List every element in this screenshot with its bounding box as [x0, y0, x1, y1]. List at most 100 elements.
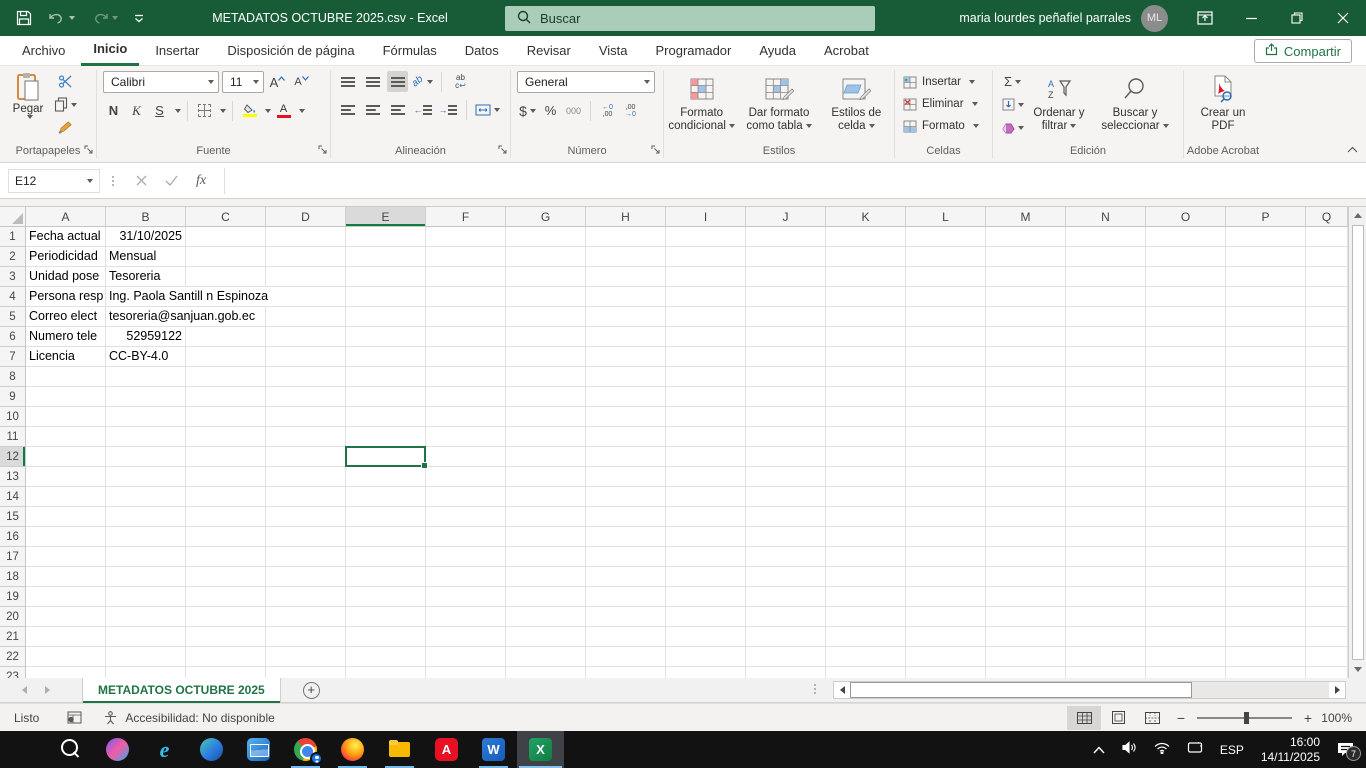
language-indicator[interactable]: ESP — [1220, 743, 1244, 757]
sheet-nav-next-icon[interactable] — [45, 686, 50, 694]
comma-format-button[interactable]: 000 — [563, 100, 584, 121]
font-dialog-launcher[interactable] — [318, 141, 327, 159]
cell-L21[interactable] — [906, 627, 986, 647]
tab-splitter[interactable] — [814, 684, 816, 694]
cell-B1[interactable]: 31/10/2025 — [106, 227, 186, 247]
cell-H12[interactable] — [586, 447, 666, 467]
cell-A1[interactable]: Fecha actual — [26, 227, 106, 247]
cell-B16[interactable] — [106, 527, 186, 547]
cell-N10[interactable] — [1066, 407, 1146, 427]
wrap-text-button[interactable]: abc↩ — [450, 71, 471, 92]
cell-H7[interactable] — [586, 347, 666, 367]
delete-cells-button[interactable]: Eliminar — [895, 93, 992, 115]
scroll-left-icon[interactable] — [834, 682, 850, 698]
cell-A23[interactable] — [26, 667, 106, 678]
cell-A5[interactable]: Correo elect — [26, 307, 106, 327]
cell-A16[interactable] — [26, 527, 106, 547]
cell-A11[interactable] — [26, 427, 106, 447]
format-painter-button[interactable] — [54, 117, 77, 138]
cell-Q11[interactable] — [1306, 427, 1348, 447]
cell-E19[interactable] — [346, 587, 426, 607]
cell-P17[interactable] — [1226, 547, 1306, 567]
cell-O9[interactable] — [1146, 387, 1226, 407]
cell-K9[interactable] — [826, 387, 906, 407]
cell-H20[interactable] — [586, 607, 666, 627]
tab-archivo[interactable]: Archivo — [10, 36, 77, 66]
cell-G19[interactable] — [506, 587, 586, 607]
cell-H11[interactable] — [586, 427, 666, 447]
cell-D16[interactable] — [266, 527, 346, 547]
cell-D14[interactable] — [266, 487, 346, 507]
tab-vista[interactable]: Vista — [587, 36, 640, 66]
cell-H8[interactable] — [586, 367, 666, 387]
ribbon-display-options-button[interactable] — [1182, 0, 1228, 36]
cell-J13[interactable] — [746, 467, 826, 487]
cell-D21[interactable] — [266, 627, 346, 647]
tab-datos[interactable]: Datos — [453, 36, 511, 66]
taskbar-outlook-button[interactable] — [235, 731, 282, 768]
cell-G11[interactable] — [506, 427, 586, 447]
cell-C20[interactable] — [186, 607, 266, 627]
cell-Q15[interactable] — [1306, 507, 1348, 527]
cell-P8[interactable] — [1226, 367, 1306, 387]
cell-styles-button[interactable]: Estilos de celda — [819, 71, 894, 144]
cell-C14[interactable] — [186, 487, 266, 507]
cell-E21[interactable] — [346, 627, 426, 647]
column-header-a[interactable]: A — [26, 207, 106, 227]
cell-A18[interactable] — [26, 567, 106, 587]
row-header-11[interactable]: 11 — [0, 427, 26, 447]
cell-G15[interactable] — [506, 507, 586, 527]
cell-F19[interactable] — [426, 587, 506, 607]
cell-B2[interactable]: Mensual — [106, 247, 186, 267]
cell-N11[interactable] — [1066, 427, 1146, 447]
font-name-select[interactable]: Calibri — [103, 71, 219, 93]
cell-Q2[interactable] — [1306, 247, 1348, 267]
conditional-formatting-button[interactable]: Formato condicional — [664, 71, 739, 144]
cell-F22[interactable] — [426, 647, 506, 667]
font-color-button[interactable]: A — [273, 100, 294, 121]
cell-A15[interactable] — [26, 507, 106, 527]
column-header-k[interactable]: K — [826, 207, 906, 227]
cell-N7[interactable] — [1066, 347, 1146, 367]
cell-I18[interactable] — [666, 567, 746, 587]
cell-B18[interactable] — [106, 567, 186, 587]
number-dialog-launcher[interactable] — [651, 141, 660, 159]
cell-D15[interactable] — [266, 507, 346, 527]
cell-K19[interactable] — [826, 587, 906, 607]
cell-E7[interactable] — [346, 347, 426, 367]
cell-K16[interactable] — [826, 527, 906, 547]
cell-B10[interactable] — [106, 407, 186, 427]
cell-A6[interactable]: Numero tele — [26, 327, 106, 347]
alignment-dialog-launcher[interactable] — [498, 141, 507, 159]
cell-J14[interactable] — [746, 487, 826, 507]
cell-Q7[interactable] — [1306, 347, 1348, 367]
cell-K3[interactable] — [826, 267, 906, 287]
cell-G4[interactable] — [506, 287, 586, 307]
cell-N21[interactable] — [1066, 627, 1146, 647]
cell-P7[interactable] — [1226, 347, 1306, 367]
cell-Q19[interactable] — [1306, 587, 1348, 607]
increase-indent-button[interactable]: → — [437, 99, 458, 120]
cell-L8[interactable] — [906, 367, 986, 387]
cell-B20[interactable] — [106, 607, 186, 627]
cell-J6[interactable] — [746, 327, 826, 347]
cell-Q21[interactable] — [1306, 627, 1348, 647]
cell-C16[interactable] — [186, 527, 266, 547]
cell-H6[interactable] — [586, 327, 666, 347]
taskbar-internet-explorer-button[interactable]: e — [141, 731, 188, 768]
cell-G7[interactable] — [506, 347, 586, 367]
cell-G22[interactable] — [506, 647, 586, 667]
cell-D2[interactable] — [266, 247, 346, 267]
cell-J11[interactable] — [746, 427, 826, 447]
cell-F20[interactable] — [426, 607, 506, 627]
cell-A13[interactable] — [26, 467, 106, 487]
tab-inicio[interactable]: Inicio — [81, 36, 139, 66]
cell-A17[interactable] — [26, 547, 106, 567]
cell-I19[interactable] — [666, 587, 746, 607]
cell-H4[interactable] — [586, 287, 666, 307]
cell-M23[interactable] — [986, 667, 1066, 678]
share-button[interactable]: Compartir — [1254, 39, 1352, 63]
cell-L22[interactable] — [906, 647, 986, 667]
cell-G8[interactable] — [506, 367, 586, 387]
fill-color-caret[interactable] — [265, 109, 271, 113]
